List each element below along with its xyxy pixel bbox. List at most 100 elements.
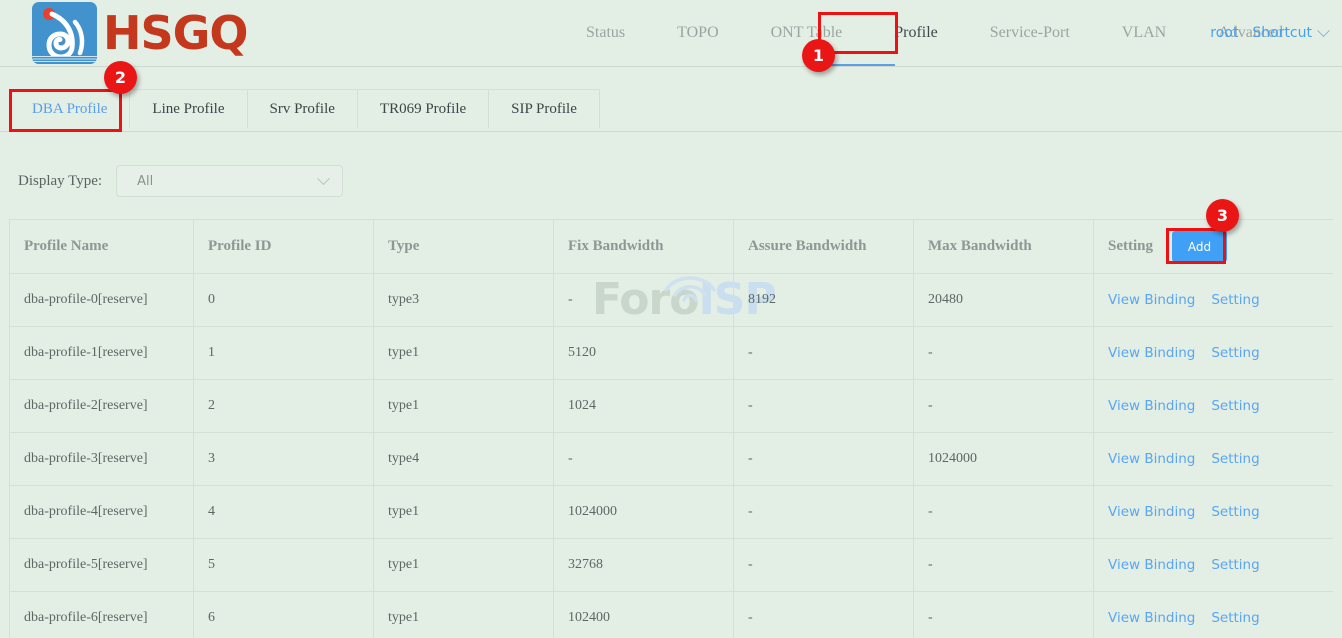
nav-item-profile[interactable]: Profile: [868, 0, 964, 66]
filter-bar: Display Type: All: [0, 150, 1342, 212]
main-nav: Status TOPO ONT Table Profile Service-Po…: [560, 0, 1309, 66]
nav-item-status[interactable]: Status: [560, 0, 651, 66]
cell-profile-id: 1: [194, 327, 374, 380]
cell-assure-bandwidth: -: [734, 539, 914, 592]
col-header-setting-label: Setting: [1108, 238, 1153, 255]
cell-fix-bandwidth: -: [554, 433, 734, 486]
display-type-value: All: [137, 174, 153, 189]
cell-type: type1: [374, 380, 554, 433]
view-binding-link[interactable]: View Binding: [1108, 610, 1195, 626]
dba-profile-table: Profile Name Profile ID Type Fix Bandwid…: [9, 219, 1333, 638]
setting-link[interactable]: Setting: [1211, 610, 1259, 626]
cell-profile-name: dba-profile-0[reserve]: [10, 274, 194, 327]
cell-fix-bandwidth: 5120: [554, 327, 734, 380]
dba-profile-table-wrap: Profile Name Profile ID Type Fix Bandwid…: [9, 219, 1333, 638]
cell-fix-bandwidth: 32768: [554, 539, 734, 592]
cell-max-bandwidth: -: [914, 380, 1094, 433]
cell-profile-name: dba-profile-6[reserve]: [10, 592, 194, 638]
nav-item-ont-table[interactable]: ONT Table: [745, 0, 869, 66]
nav-item-vlan[interactable]: VLAN: [1096, 0, 1192, 66]
table-row[interactable]: dba-profile-4[reserve] 4 type1 1024000 -…: [10, 486, 1334, 539]
user-menu-root[interactable]: root: [1210, 25, 1238, 41]
chevron-down-icon: [317, 172, 330, 185]
table-row[interactable]: dba-profile-3[reserve] 3 type4 - - 10240…: [10, 433, 1334, 486]
col-header-profile-name[interactable]: Profile Name: [10, 220, 194, 274]
header-right-group: root Shortcut: [1210, 0, 1328, 66]
cell-actions: View Binding Setting: [1094, 539, 1334, 592]
setting-link[interactable]: Setting: [1211, 345, 1259, 361]
view-binding-link[interactable]: View Binding: [1108, 504, 1195, 520]
cell-max-bandwidth: -: [914, 327, 1094, 380]
setting-link[interactable]: Setting: [1211, 504, 1259, 520]
view-binding-link[interactable]: View Binding: [1108, 398, 1195, 414]
col-header-max-bandwidth[interactable]: Max Bandwidth: [914, 220, 1094, 274]
view-binding-link[interactable]: View Binding: [1108, 292, 1195, 308]
cell-max-bandwidth: 1024000: [914, 433, 1094, 486]
cell-type: type1: [374, 327, 554, 380]
cell-type: type1: [374, 592, 554, 638]
col-header-type[interactable]: Type: [374, 220, 554, 274]
table-header-row: Profile Name Profile ID Type Fix Bandwid…: [10, 220, 1334, 274]
cell-profile-id: 2: [194, 380, 374, 433]
cell-assure-bandwidth: -: [734, 433, 914, 486]
subtab-srv-profile[interactable]: Srv Profile: [248, 90, 358, 128]
cell-profile-id: 4: [194, 486, 374, 539]
cell-actions: View Binding Setting: [1094, 433, 1334, 486]
cell-max-bandwidth: -: [914, 592, 1094, 638]
view-binding-link[interactable]: View Binding: [1108, 345, 1195, 361]
table-row[interactable]: dba-profile-1[reserve] 1 type1 5120 - - …: [10, 327, 1334, 380]
app-header: HSGQ Status TOPO ONT Table Profile Servi…: [0, 0, 1342, 66]
cell-max-bandwidth: -: [914, 539, 1094, 592]
hsgq-logo-icon: [32, 2, 97, 64]
col-header-assure-bandwidth[interactable]: Assure Bandwidth: [734, 220, 914, 274]
cell-profile-name: dba-profile-2[reserve]: [10, 380, 194, 433]
col-header-setting: Setting Add: [1094, 220, 1334, 274]
shortcut-menu[interactable]: Shortcut: [1252, 25, 1328, 41]
cell-max-bandwidth: -: [914, 486, 1094, 539]
setting-link[interactable]: Setting: [1211, 451, 1259, 467]
table-row[interactable]: dba-profile-2[reserve] 2 type1 1024 - - …: [10, 380, 1334, 433]
table-body: dba-profile-0[reserve] 0 type3 - 8192 20…: [10, 274, 1334, 638]
subtab-dba-profile[interactable]: DBA Profile: [10, 90, 130, 128]
display-type-select[interactable]: All: [116, 165, 343, 197]
cell-profile-id: 0: [194, 274, 374, 327]
display-type-label: Display Type:: [18, 173, 102, 190]
table-row[interactable]: dba-profile-0[reserve] 0 type3 - 8192 20…: [10, 274, 1334, 327]
brand-logo[interactable]: HSGQ: [32, 2, 248, 64]
brand-name: HSGQ: [103, 10, 248, 56]
table-row[interactable]: dba-profile-6[reserve] 6 type1 102400 - …: [10, 592, 1334, 638]
cell-profile-name: dba-profile-3[reserve]: [10, 433, 194, 486]
shortcut-label: Shortcut: [1252, 25, 1312, 41]
cell-type: type3: [374, 274, 554, 327]
cell-profile-id: 3: [194, 433, 374, 486]
table-row[interactable]: dba-profile-5[reserve] 5 type1 32768 - -…: [10, 539, 1334, 592]
cell-fix-bandwidth: 102400: [554, 592, 734, 638]
setting-link[interactable]: Setting: [1211, 557, 1259, 573]
view-binding-link[interactable]: View Binding: [1108, 557, 1195, 573]
cell-assure-bandwidth: -: [734, 380, 914, 433]
cell-fix-bandwidth: 1024: [554, 380, 734, 433]
setting-link[interactable]: Setting: [1211, 398, 1259, 414]
subtab-sip-profile[interactable]: SIP Profile: [489, 90, 599, 128]
cell-actions: View Binding Setting: [1094, 274, 1334, 327]
profile-subtab-bar: DBA Profile Line Profile Srv Profile TR0…: [0, 67, 1342, 132]
col-header-profile-id[interactable]: Profile ID: [194, 220, 374, 274]
add-button[interactable]: Add: [1172, 231, 1227, 262]
cell-type: type1: [374, 539, 554, 592]
cell-actions: View Binding Setting: [1094, 380, 1334, 433]
chevron-down-icon: [1317, 24, 1330, 37]
page-root: HSGQ Status TOPO ONT Table Profile Servi…: [0, 0, 1342, 638]
cell-type: type4: [374, 433, 554, 486]
cell-actions: View Binding Setting: [1094, 486, 1334, 539]
nav-item-topo[interactable]: TOPO: [651, 0, 745, 66]
view-binding-link[interactable]: View Binding: [1108, 451, 1195, 467]
col-header-fix-bandwidth[interactable]: Fix Bandwidth: [554, 220, 734, 274]
subtab-line-profile[interactable]: Line Profile: [130, 90, 247, 128]
setting-link[interactable]: Setting: [1211, 292, 1259, 308]
cell-max-bandwidth: 20480: [914, 274, 1094, 327]
subtab-tr069-profile[interactable]: TR069 Profile: [358, 90, 489, 128]
cell-profile-id: 6: [194, 592, 374, 638]
nav-item-service-port[interactable]: Service-Port: [964, 0, 1096, 66]
cell-assure-bandwidth: -: [734, 592, 914, 638]
logo-stripes: [32, 56, 97, 64]
